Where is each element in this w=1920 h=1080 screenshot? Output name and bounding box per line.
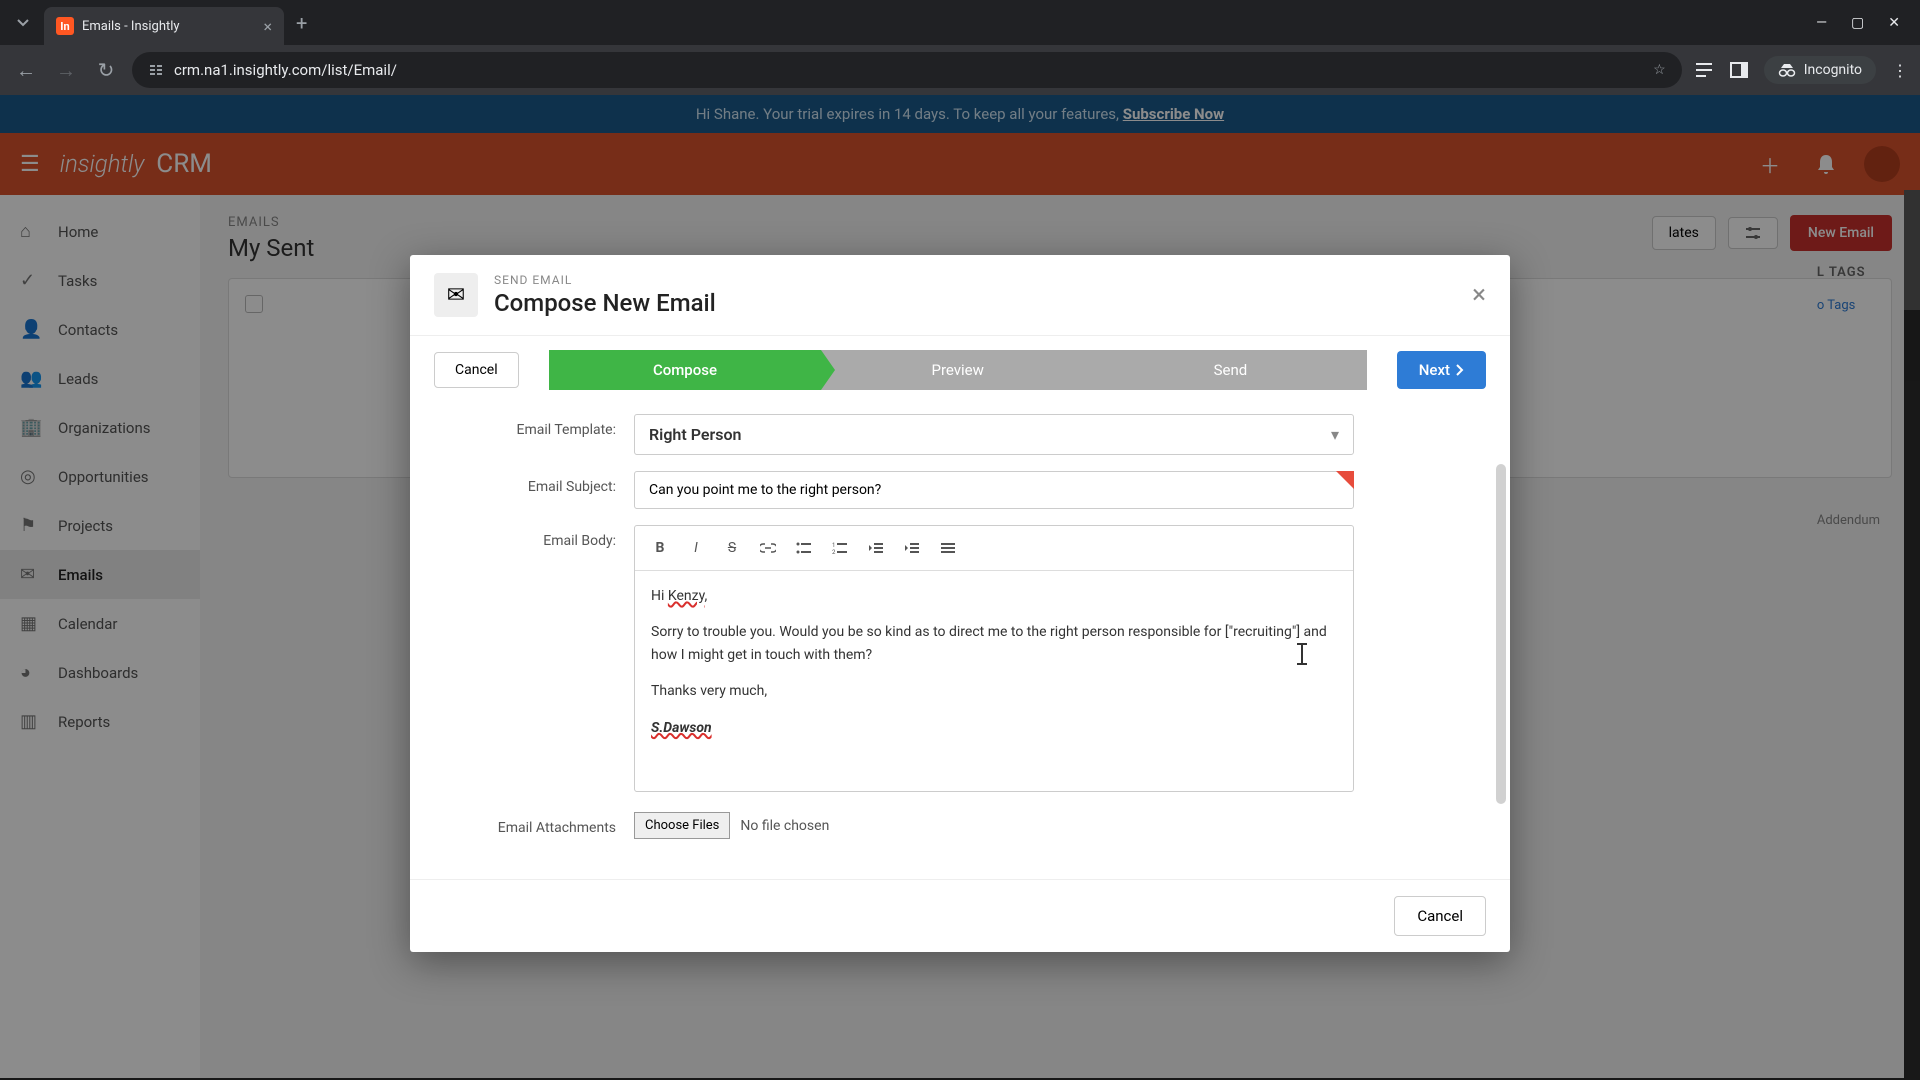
subject-label: Email Subject: — [434, 471, 634, 495]
tab-close-icon[interactable]: × — [263, 17, 272, 36]
link-button[interactable] — [753, 534, 783, 562]
step-compose[interactable]: Compose — [549, 350, 822, 390]
strikethrough-button[interactable]: S — [717, 534, 747, 562]
forward-button[interactable]: → — [52, 58, 80, 83]
side-panel-icon[interactable] — [1730, 62, 1748, 78]
address-bar: ← → ↻ crm.na1.insightly.com/list/Email/ … — [0, 45, 1920, 95]
modal-scrollbar[interactable] — [1496, 464, 1506, 804]
browser-tab[interactable]: In Emails - Insightly × — [44, 7, 284, 45]
reload-button[interactable]: ↻ — [92, 58, 120, 82]
url-text: crm.na1.insightly.com/list/Email/ — [174, 61, 1643, 79]
favicon-icon: In — [56, 17, 74, 35]
template-select[interactable]: Right Person ▾ — [634, 414, 1354, 455]
align-button[interactable] — [933, 534, 963, 562]
body-signature: S.Dawson — [651, 720, 712, 736]
wizard-steps: Compose Preview Send — [549, 350, 1367, 390]
body-paragraph-1: Sorry to trouble you. Would you be so ki… — [651, 621, 1337, 666]
body-label: Email Body: — [434, 525, 634, 549]
minimize-icon[interactable]: — — [1816, 15, 1827, 31]
step-preview[interactable]: Preview — [821, 350, 1094, 390]
browser-tab-strip: In Emails - Insightly × + — ▢ ✕ — [0, 0, 1920, 45]
site-settings-icon[interactable] — [148, 62, 164, 78]
editor-toolbar: B I S 12 — [635, 526, 1353, 571]
svg-text:1: 1 — [832, 542, 835, 549]
caret-down-icon: ▾ — [1331, 425, 1339, 444]
chevron-right-icon — [1456, 364, 1464, 376]
modal-close-button[interactable]: × — [1472, 280, 1486, 310]
required-indicator-icon — [1336, 471, 1354, 489]
next-button[interactable]: Next — [1397, 351, 1486, 389]
template-value: Right Person — [649, 425, 1331, 444]
bookmark-icon[interactable]: ☆ — [1653, 62, 1666, 78]
outdent-button[interactable] — [861, 534, 891, 562]
subject-input[interactable] — [634, 471, 1354, 509]
body-paragraph-2: Thanks very much, — [651, 680, 1337, 702]
tab-title: Emails - Insightly — [82, 19, 255, 34]
envelope-icon: ✉ — [434, 273, 478, 317]
bold-button[interactable]: B — [645, 534, 675, 562]
compose-email-modal: ✉ SEND EMAIL Compose New Email × Cancel … — [410, 255, 1510, 952]
url-input[interactable]: crm.na1.insightly.com/list/Email/ ☆ — [132, 52, 1682, 88]
modal-kicker: SEND EMAIL — [494, 273, 716, 287]
reading-list-icon[interactable] — [1694, 61, 1714, 79]
email-body-editor: B I S 12 — [634, 525, 1354, 792]
text-cursor-icon — [1301, 643, 1303, 665]
incognito-badge[interactable]: Incognito — [1764, 56, 1876, 84]
tab-search-dropdown[interactable] — [8, 8, 38, 38]
svg-text:2: 2 — [832, 549, 836, 554]
cancel-button-bottom[interactable]: Cancel — [1394, 896, 1486, 936]
new-tab-button[interactable]: + — [296, 11, 307, 35]
step-send[interactable]: Send — [1094, 350, 1367, 390]
browser-menu-icon[interactable]: ⋮ — [1892, 61, 1908, 80]
body-greeting-name: Kenzy — [668, 588, 705, 604]
choose-files-button[interactable]: Choose Files — [634, 812, 730, 839]
close-window-icon[interactable]: ✕ — [1888, 15, 1900, 31]
modal-title: Compose New Email — [494, 289, 716, 317]
editor-content[interactable]: Hi Kenzy, Sorry to trouble you. Would yo… — [635, 571, 1353, 791]
window-controls: — ▢ ✕ — [1816, 15, 1912, 31]
maximize-icon[interactable]: ▢ — [1851, 15, 1864, 31]
indent-button[interactable] — [897, 534, 927, 562]
back-button[interactable]: ← — [12, 58, 40, 83]
italic-button[interactable]: I — [681, 534, 711, 562]
cancel-button-top[interactable]: Cancel — [434, 352, 519, 388]
template-label: Email Template: — [434, 414, 634, 438]
attachments-label: Email Attachments — [434, 812, 634, 836]
numbered-list-button[interactable]: 12 — [825, 534, 855, 562]
incognito-icon — [1778, 63, 1796, 77]
bullet-list-button[interactable] — [789, 534, 819, 562]
file-status: No file chosen — [740, 818, 829, 834]
